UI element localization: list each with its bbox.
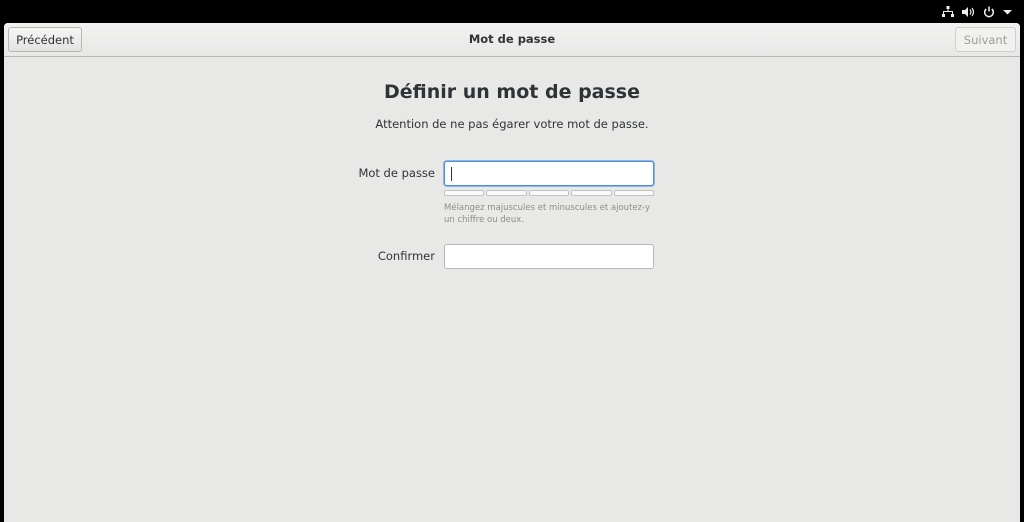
strength-segment xyxy=(613,190,655,196)
system-tray[interactable] xyxy=(942,4,1012,19)
confirm-field[interactable] xyxy=(444,244,654,269)
setup-window: Précédent Mot de passe Suivant Définir u… xyxy=(4,23,1020,522)
header-bar: Précédent Mot de passe Suivant xyxy=(4,23,1020,57)
strength-segment xyxy=(571,190,612,196)
window-title: Mot de passe xyxy=(468,32,556,46)
password-strength-meter xyxy=(444,190,655,196)
volume-icon[interactable] xyxy=(962,6,975,18)
password-field[interactable] xyxy=(444,161,654,186)
network-icon[interactable] xyxy=(942,5,954,18)
strength-segment xyxy=(528,190,570,196)
password-label: Mot de passe xyxy=(358,166,435,180)
confirm-label: Confirmer xyxy=(377,249,435,263)
strength-segment xyxy=(486,190,527,196)
password-hint: Mélangez majuscules et minuscules et ajo… xyxy=(444,203,651,225)
power-icon[interactable] xyxy=(983,6,995,18)
next-button[interactable]: Suivant xyxy=(955,27,1016,52)
page-subtitle: Attention de ne pas égarer votre mot de … xyxy=(375,117,649,131)
strength-segment xyxy=(444,190,485,196)
dropdown-arrow-icon[interactable] xyxy=(1003,9,1012,15)
text-cursor xyxy=(451,167,452,181)
confirm-input[interactable] xyxy=(445,245,653,268)
password-input[interactable] xyxy=(445,162,653,185)
top-bar xyxy=(0,0,1024,23)
page-title: Définir un mot de passe xyxy=(383,81,640,103)
